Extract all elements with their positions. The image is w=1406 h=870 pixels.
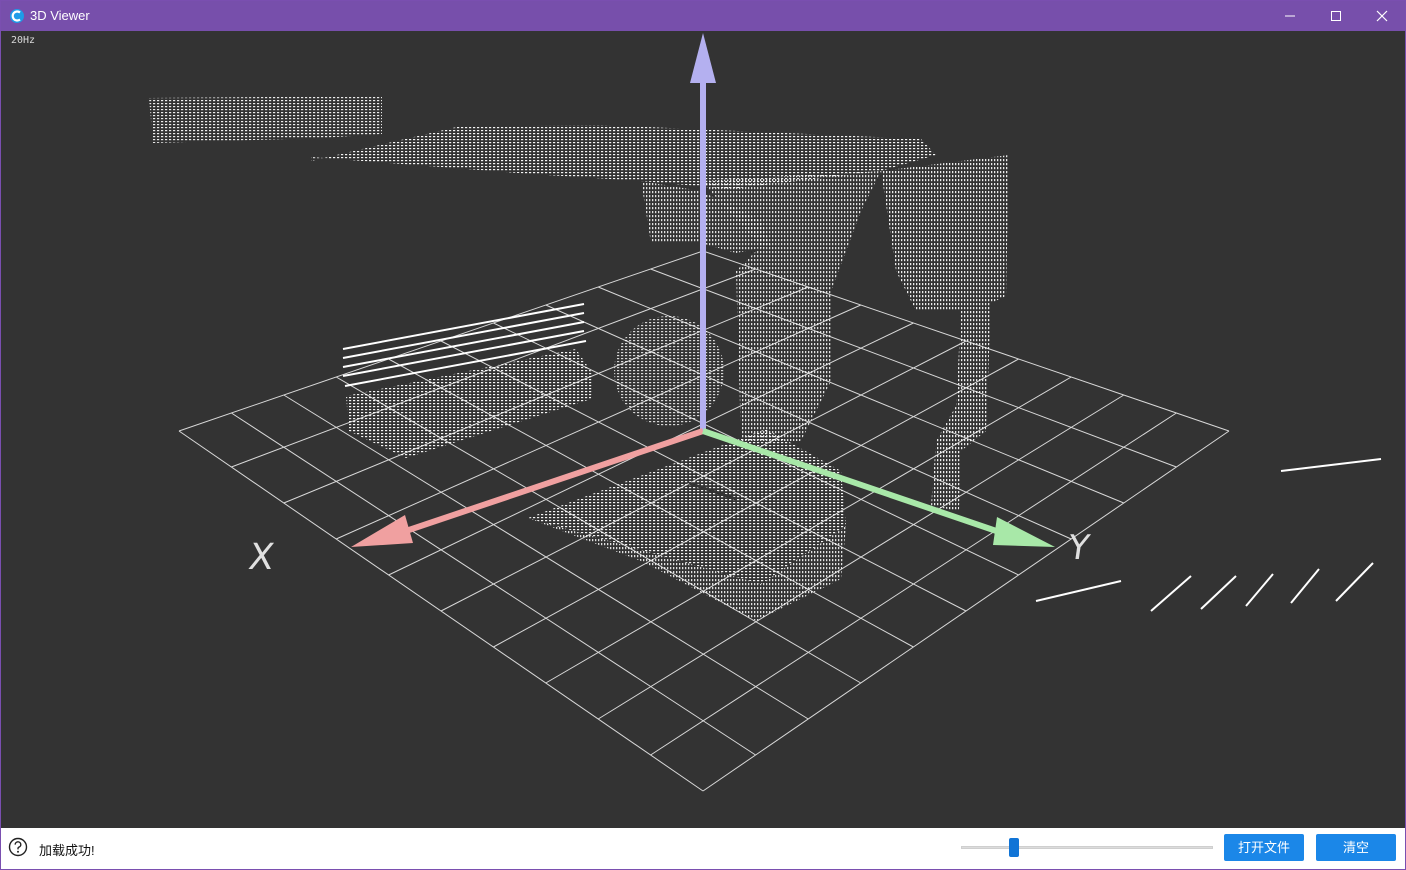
point-cloud-bench xyxy=(346,349,593,458)
fps-label: 20Hz xyxy=(11,35,36,46)
point-cloud-slab-far xyxy=(149,96,382,143)
point-cloud-wall-right xyxy=(881,155,1009,511)
axis-z-arrowhead xyxy=(690,33,716,83)
window-title: 3D Viewer xyxy=(30,8,90,23)
help-icon[interactable] xyxy=(8,837,28,857)
app-logo-icon xyxy=(10,9,24,23)
minimize-icon xyxy=(1285,15,1295,17)
point-cloud-shrub xyxy=(614,316,724,426)
open-file-button[interactable]: 打开文件 xyxy=(1224,834,1304,861)
close-button[interactable] xyxy=(1359,1,1405,31)
maximize-button[interactable] xyxy=(1313,1,1359,31)
minimize-button[interactable] xyxy=(1267,1,1313,31)
axis-x-label: X xyxy=(246,535,277,578)
clear-button[interactable]: 清空 xyxy=(1316,834,1396,861)
maximize-icon xyxy=(1331,11,1341,21)
point-size-slider[interactable] xyxy=(961,838,1213,858)
point-cloud-scene: X Y xyxy=(149,33,1382,792)
slider-handle[interactable] xyxy=(1009,838,1019,857)
3d-viewport[interactable]: X Y 20Hz xyxy=(1,31,1405,828)
app-window: 3D Viewer X Y 20Hz 加载成功! 打开文件 清空 xyxy=(0,0,1406,870)
slider-track xyxy=(961,846,1213,849)
axis-x-arrowhead xyxy=(351,515,413,547)
point-cloud xyxy=(149,96,1382,621)
status-message: 加载成功! xyxy=(39,843,95,858)
title-bar[interactable]: 3D Viewer xyxy=(1,1,1405,31)
close-icon xyxy=(1376,10,1388,22)
axis-y-arrowhead xyxy=(993,517,1055,547)
status-bar: 加载成功! 打开文件 清空 xyxy=(1,828,1405,869)
axis-y-label: Y xyxy=(1065,528,1092,568)
